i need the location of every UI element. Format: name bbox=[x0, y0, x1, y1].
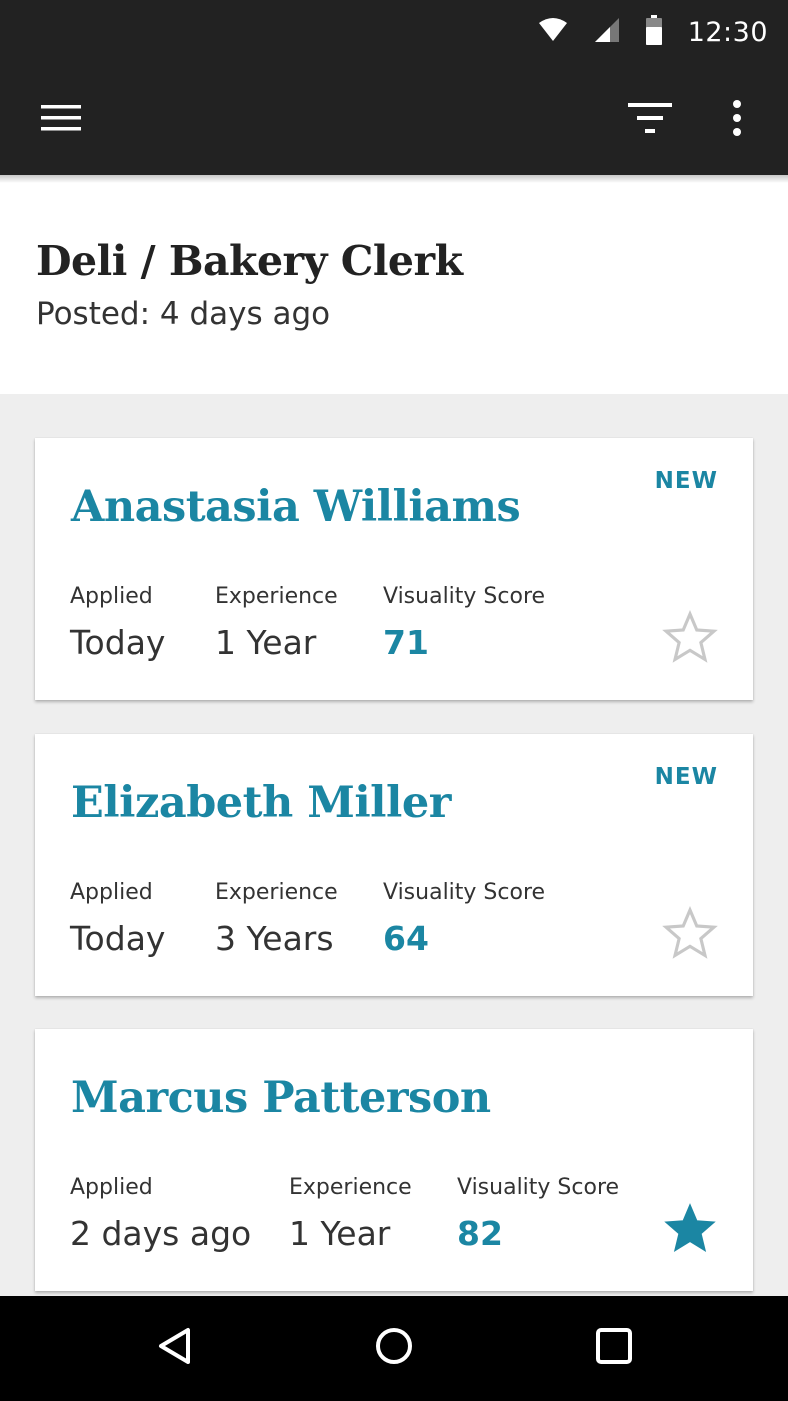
new-badge: NEW bbox=[654, 764, 718, 790]
experience-field: Experience 3 Years bbox=[215, 880, 338, 958]
cell-signal-icon bbox=[594, 17, 620, 47]
candidate-name[interactable]: Anastasia Williams bbox=[71, 482, 521, 532]
recents-button[interactable] bbox=[584, 1318, 644, 1378]
experience-field: Experience 1 Year bbox=[215, 584, 338, 662]
applied-value: 2 days ago bbox=[70, 1214, 252, 1253]
recents-icon bbox=[594, 1326, 634, 1370]
experience-field: Experience 1 Year bbox=[289, 1175, 412, 1253]
score-value: 64 bbox=[383, 919, 429, 958]
back-icon bbox=[155, 1326, 195, 1370]
score-label: Visuality Score bbox=[383, 880, 546, 905]
applied-field: Applied Today bbox=[70, 880, 165, 958]
more-vert-icon bbox=[731, 100, 743, 140]
score-value: 71 bbox=[383, 623, 429, 662]
status-icons: 12:30 bbox=[538, 10, 768, 54]
score-label: Visuality Score bbox=[457, 1175, 620, 1200]
score-field: Visuality Score 82 bbox=[457, 1175, 619, 1253]
app-bar bbox=[0, 64, 788, 175]
candidate-card[interactable]: Anastasia Williams NEW Applied Today Exp… bbox=[35, 438, 753, 700]
status-bar: 12:30 bbox=[0, 0, 788, 64]
home-icon bbox=[374, 1326, 414, 1370]
score-value: 82 bbox=[457, 1214, 503, 1253]
new-badge: NEW bbox=[654, 468, 718, 494]
job-title: Deli / Bakery Clerk bbox=[36, 237, 463, 285]
candidate-name[interactable]: Marcus Patterson bbox=[71, 1073, 491, 1123]
favorite-button[interactable] bbox=[661, 904, 719, 962]
experience-value: 3 Years bbox=[215, 919, 334, 958]
applied-field: Applied Today bbox=[70, 584, 165, 662]
back-button[interactable] bbox=[145, 1318, 205, 1378]
menu-button[interactable] bbox=[26, 92, 96, 148]
star-filled-icon bbox=[661, 1203, 719, 1261]
applied-label: Applied bbox=[70, 880, 153, 905]
applied-label: Applied bbox=[70, 1175, 153, 1200]
experience-value: 1 Year bbox=[215, 623, 317, 662]
filter-button[interactable] bbox=[614, 92, 686, 148]
applied-value: Today bbox=[70, 623, 166, 662]
applied-field: Applied 2 days ago bbox=[70, 1175, 251, 1253]
applied-label: Applied bbox=[70, 584, 153, 609]
score-field: Visuality Score 71 bbox=[383, 584, 545, 662]
filter-icon bbox=[626, 101, 674, 139]
wifi-icon bbox=[538, 17, 568, 47]
candidate-card[interactable]: Marcus Patterson Applied 2 days ago Expe… bbox=[35, 1029, 753, 1291]
navigation-bar bbox=[0, 1296, 788, 1401]
star-outline-icon bbox=[661, 610, 719, 670]
menu-icon bbox=[41, 103, 81, 137]
favorite-button[interactable] bbox=[661, 1199, 719, 1257]
experience-label: Experience bbox=[289, 1175, 412, 1200]
candidate-name[interactable]: Elizabeth Miller bbox=[71, 778, 451, 828]
favorite-button[interactable] bbox=[661, 608, 719, 666]
posted-date: Posted: 4 days ago bbox=[36, 296, 331, 332]
status-clock: 12:30 bbox=[687, 16, 768, 48]
star-outline-icon bbox=[661, 906, 719, 966]
app-bar-shadow bbox=[0, 175, 788, 183]
more-options-button[interactable] bbox=[710, 92, 764, 148]
job-header: Deli / Bakery Clerk Posted: 4 days ago bbox=[0, 175, 788, 394]
score-field: Visuality Score 64 bbox=[383, 880, 545, 958]
experience-label: Experience bbox=[215, 880, 338, 905]
home-button[interactable] bbox=[364, 1318, 424, 1378]
experience-value: 1 Year bbox=[289, 1214, 391, 1253]
battery-icon bbox=[645, 15, 662, 49]
score-label: Visuality Score bbox=[383, 584, 546, 609]
candidate-card[interactable]: Elizabeth Miller NEW Applied Today Exper… bbox=[35, 734, 753, 996]
applied-value: Today bbox=[70, 919, 166, 958]
experience-label: Experience bbox=[215, 584, 338, 609]
